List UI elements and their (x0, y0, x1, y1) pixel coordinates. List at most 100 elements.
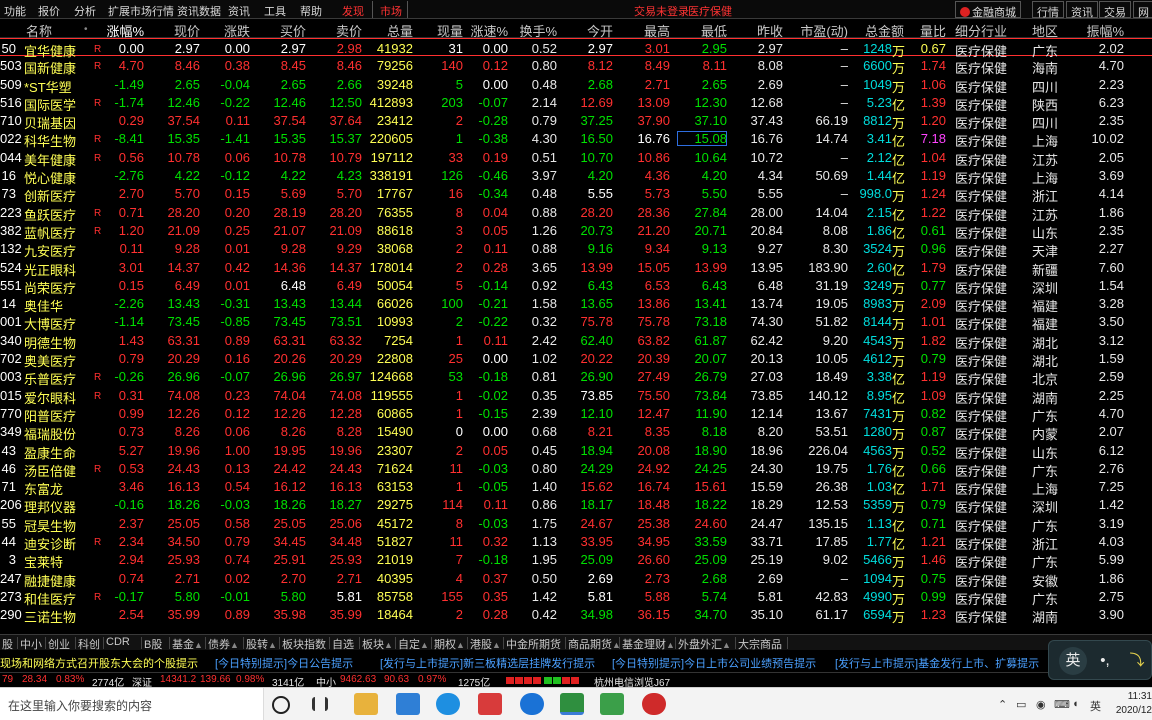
tray-app-icon[interactable]: ◉ (1036, 698, 1046, 711)
menu-news[interactable]: 资讯 (228, 3, 250, 19)
tray-volume-icon[interactable]: ◖ (1072, 698, 1079, 710)
table-row[interactable]: 73 创新医疗 2.70 5.70 0.15 5.69 5.70 17767 16 -0.34 0.… (0, 184, 1152, 204)
nav-trade-button[interactable]: 交易 (1099, 1, 1131, 19)
cell-high: 3.01 (644, 41, 670, 56)
ie-browser-icon[interactable] (520, 693, 544, 715)
news-item[interactable]: [今日特别提示]今日公告提示 (215, 655, 353, 671)
nav-quote-button[interactable]: 行情 (1032, 1, 1064, 19)
table-row[interactable]: 551 尚荣医疗 0.15 6.49 0.01 6.48 6.49 50054 5 -0.14 0.… (0, 276, 1152, 296)
cell-volume-ratio: 1.21 (920, 534, 946, 550)
cell-code: 206 (0, 497, 22, 513)
edge-browser-icon[interactable] (436, 693, 460, 715)
cell-current-volume: 25 (448, 351, 463, 367)
table-row[interactable]: 001 大博医疗 -1.14 73.45 -0.85 73.45 73.51 10993 2 -0… (0, 312, 1152, 332)
news-item[interactable]: [发行与上市提示]基金发行上市、扩募提示 (835, 655, 1039, 671)
cell-current-volume: 100 (441, 296, 463, 312)
news-item[interactable]: 现场和网络方式召开股东大会的个股提示 (0, 655, 198, 671)
cell-volume: 45172 (376, 515, 413, 531)
menu-info-data[interactable]: 资讯数据 (177, 3, 221, 19)
table-row[interactable]: 340 明德生物 1.43 63.31 0.89 63.31 63.32 7254 1 0.11 2… (0, 331, 1152, 351)
menu-discover[interactable]: 发现 (342, 3, 364, 19)
table-row[interactable]: 524 光正眼科 3.01 14.37 0.42 14.36 14.37 178014 2 0.2… (0, 258, 1152, 278)
table-row[interactable]: 022 科华生物 R -8.41 15.35 -1.41 15.35 15.37 220605 1… (0, 129, 1152, 149)
table-row[interactable]: 044 美年健康 R 0.56 10.78 0.06 10.78 10.79 197112 33 0… (0, 148, 1152, 168)
taskbar-clock[interactable]: 11:31 2020/12 (1110, 690, 1152, 718)
cell-bid: 12.26 (273, 405, 306, 421)
ime-language-toggle[interactable]: 英 (1059, 647, 1087, 675)
table-row[interactable]: 16 悦心健康 -2.76 4.22 -0.12 4.22 4.23 338191 126 -0.… (0, 166, 1152, 186)
cell-bid: 6.48 (280, 277, 306, 293)
menu-bar: 功能 报价 分析 扩展市场行情 资讯数据 资讯 工具 帮助 发现 市场 交易未登… (0, 0, 1152, 19)
file-explorer-icon[interactable] (354, 693, 378, 715)
cell-speed: -0.18 (478, 552, 508, 568)
table-row[interactable]: 50 宜华健康 R 0.00 2.97 0.00 2.97 2.98 41932 31 0.00 0.… (0, 38, 1152, 59)
bank-app-icon[interactable] (642, 693, 666, 715)
table-row[interactable]: 349 福瑞股份 0.73 8.26 0.06 8.26 8.28 15490 0 0.00 0.6… (0, 422, 1152, 442)
tray-network-icon[interactable]: ⌨ (1054, 698, 1070, 711)
menu-quote[interactable]: 报价 (38, 3, 60, 19)
ime-punctuation-toggle[interactable]: •, (1091, 647, 1119, 675)
table-row[interactable]: 132 九安医疗 0.11 9.28 0.01 9.28 9.29 38068 2 0.11 0.8… (0, 239, 1152, 259)
cell-turnover: 0.80 (531, 460, 557, 476)
table-row[interactable]: 509 *ST华塑 -1.49 2.65 -0.04 2.65 2.66 39248 5 0.00… (0, 75, 1152, 95)
trading-app-icon[interactable] (560, 693, 584, 715)
trade-login-status[interactable]: 交易未登录 (634, 3, 689, 19)
news-item[interactable]: [今日特别提示]今日上市公司业绩预告提示 (612, 655, 816, 671)
table-row[interactable]: 44 迪安诊断 R 2.34 34.50 0.79 34.45 34.48 51827 11 0.3… (0, 532, 1152, 552)
cell-high: 8.49 (644, 58, 670, 74)
cortana-icon[interactable] (272, 696, 290, 714)
cell-volume-ratio: 1.71 (920, 479, 946, 495)
cell-current-volume: 5 (455, 277, 463, 293)
cell-amplitude: 1.42 (1098, 497, 1124, 513)
tab-dropdown-icon: ▲ (384, 640, 393, 650)
table-row[interactable]: 14 奥佳华 -2.26 13.43 -0.31 13.43 13.44 66026 100 -0… (0, 294, 1152, 314)
table-row[interactable]: 55 冠昊生物 2.37 25.05 0.58 25.05 25.06 45172 8 -0.03… (0, 514, 1152, 534)
table-row[interactable]: 71 东富龙 3.46 16.13 0.54 16.12 16.13 63153 1 -0.05 1… (0, 477, 1152, 497)
tab-separator (787, 637, 788, 649)
cell-change: 1.00 (224, 442, 250, 458)
table-row[interactable]: 223 鱼跃医疗 R 0.71 28.20 0.20 28.19 28.20 76355 8 0.0… (0, 203, 1152, 223)
nav-news-button[interactable]: 资讯 (1066, 1, 1098, 19)
table-row[interactable]: 46 汤臣倍健 R 0.53 24.43 0.13 24.42 24.43 71624 11 -0.… (0, 459, 1152, 479)
table-row[interactable]: 710 贝瑞基因 0.29 37.54 0.11 37.54 37.64 23412 2 -0.2… (0, 111, 1152, 131)
table-row[interactable]: 206 理邦仪器 -0.16 18.26 -0.03 18.26 18.27 29275 114… (0, 495, 1152, 515)
task-view-icon[interactable] (312, 697, 328, 711)
tray-people-icon[interactable]: ⌃ (998, 698, 1007, 711)
ime-more-icon[interactable]: ⤵ (1123, 647, 1151, 675)
market-tab[interactable]: CDR (106, 636, 130, 648)
finance-mall-label: 金融商城 (972, 7, 1016, 19)
table-row[interactable]: 382 蓝帆医疗 R 1.20 21.09 0.25 21.07 21.09 88618 3 0.0… (0, 221, 1152, 241)
table-row[interactable]: 3 宝莱特 2.94 25.93 0.74 25.91 25.93 21019 7 -0.18 1.… (0, 550, 1152, 570)
table-row[interactable]: 43 盈康生命 5.27 19.96 1.00 19.95 19.96 23307 2 0.05 0… (0, 441, 1152, 461)
mail-icon[interactable] (396, 693, 420, 715)
menu-function[interactable]: 功能 (4, 3, 26, 19)
table-row[interactable]: 770 阳普医疗 0.99 12.26 0.12 12.26 12.28 60865 1 -0.1… (0, 404, 1152, 424)
taskbar-search-box[interactable]: 在这里输入你要搜索的内容 (0, 688, 264, 720)
news-item[interactable]: [发行与上市提示]新三板精选层挂牌发行提示 (380, 655, 595, 671)
trading-app2-icon[interactable] (600, 693, 624, 715)
nav-web-button[interactable]: 网 (1133, 1, 1152, 19)
table-row[interactable]: 290 三诺生物 2.54 35.99 0.89 35.98 35.99 18464 2 0.28… (0, 605, 1152, 625)
cell-open: 9.16 (587, 241, 613, 257)
table-row[interactable]: 003 乐普医疗 R -0.26 26.96 -0.07 26.96 26.97 124668 5… (0, 367, 1152, 387)
finance-mall-button[interactable]: 金融商城 (955, 1, 1021, 19)
table-row[interactable]: 247 融捷健康 0.74 2.71 0.02 2.70 2.71 40395 4 0.37 0.5… (0, 569, 1152, 589)
table-row[interactable]: 516 国际医学 R -1.74 12.46 -0.22 12.46 12.50 412893 2… (0, 93, 1152, 113)
menu-help[interactable]: 帮助 (300, 3, 322, 19)
menu-tools[interactable]: 工具 (264, 3, 286, 19)
cell-price: 6.49 (174, 277, 200, 293)
cell-code: 340 (0, 332, 22, 348)
menu-market[interactable]: 市场 (380, 3, 402, 19)
menu-analysis[interactable]: 分析 (74, 3, 96, 19)
cell-amplitude: 3.28 (1098, 296, 1124, 312)
tray-ime-icon[interactable]: 英 (1090, 698, 1101, 714)
table-row[interactable]: 503 国新健康 R 4.70 8.46 0.38 8.45 8.46 79256 140 0.12… (0, 56, 1152, 76)
table-row[interactable]: 273 和佳医疗 R -0.17 5.80 -0.01 5.80 5.81 85758 155 0.… (0, 587, 1152, 607)
tray-chevron-icon[interactable]: ▭ (1016, 698, 1026, 711)
table-row[interactable]: 702 奥美医疗 0.79 20.29 0.16 20.26 20.29 22808 25 0.0… (0, 349, 1152, 369)
cell-pe: 51.82 (815, 314, 848, 330)
cell-current-volume: 2 (455, 442, 463, 458)
menu-extended-market[interactable]: 扩展市场行情 (108, 3, 174, 19)
app-red-icon[interactable] (478, 693, 502, 715)
table-row[interactable]: 015 爱尔眼科 R 0.31 74.08 0.23 74.04 74.08 119555 1 -0… (0, 386, 1152, 406)
